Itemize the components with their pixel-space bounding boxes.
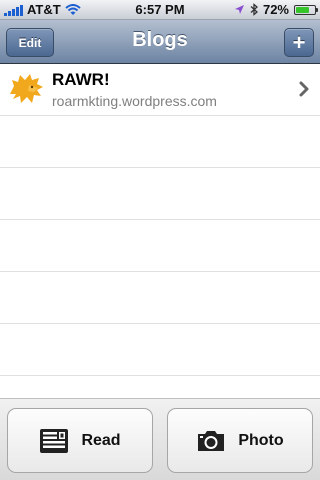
blog-lion-icon (10, 74, 43, 103)
read-label: Read (81, 431, 121, 449)
status-right: 72% (234, 2, 318, 17)
bluetooth-icon (250, 3, 258, 16)
photo-button[interactable]: Photo (167, 408, 313, 473)
bottom-toolbar: Read Photo (0, 398, 320, 480)
add-blog-button[interactable]: + (284, 28, 314, 57)
battery-level (296, 6, 309, 13)
navigation-bar: Edit Blogs + (0, 20, 320, 64)
battery-percent: 72% (262, 2, 289, 17)
battery-icon (294, 4, 318, 15)
reader-icon (40, 428, 69, 453)
blog-list: RAWR! roarmkting.wordpress.com (0, 64, 320, 398)
blog-row[interactable]: RAWR! roarmkting.wordpress.com (0, 64, 320, 116)
blog-name: RAWR! (52, 70, 110, 89)
read-button[interactable]: Read (7, 408, 153, 473)
chevron-right-icon (299, 81, 309, 97)
location-arrow-icon (234, 5, 244, 14)
blog-url: roarmkting.wordpress.com (52, 93, 217, 109)
status-bar: AT&T 6:57 PM 72% (0, 0, 320, 20)
page-title: Blogs (132, 29, 188, 51)
photo-label: Photo (238, 431, 284, 449)
camera-icon (198, 430, 225, 451)
